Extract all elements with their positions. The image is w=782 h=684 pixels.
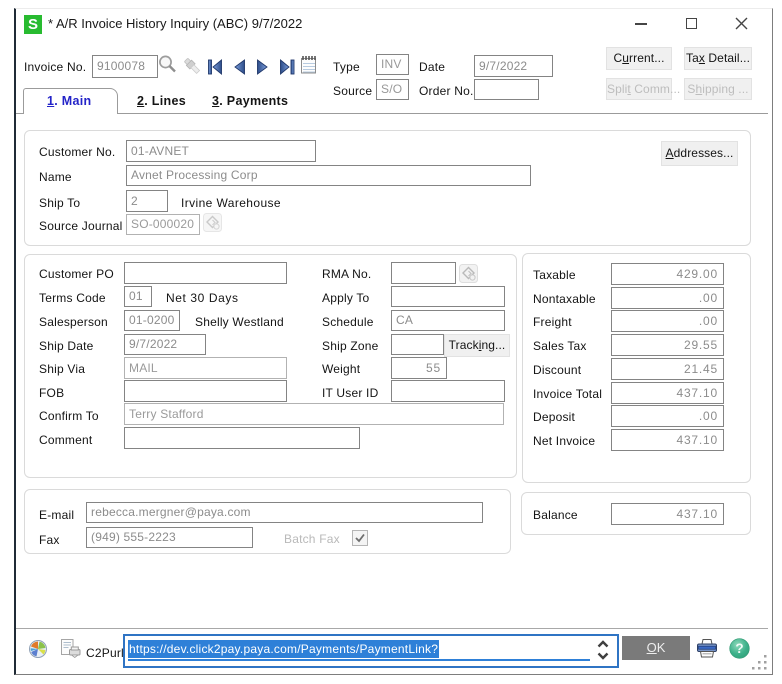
svg-text:?: ? (735, 641, 743, 656)
